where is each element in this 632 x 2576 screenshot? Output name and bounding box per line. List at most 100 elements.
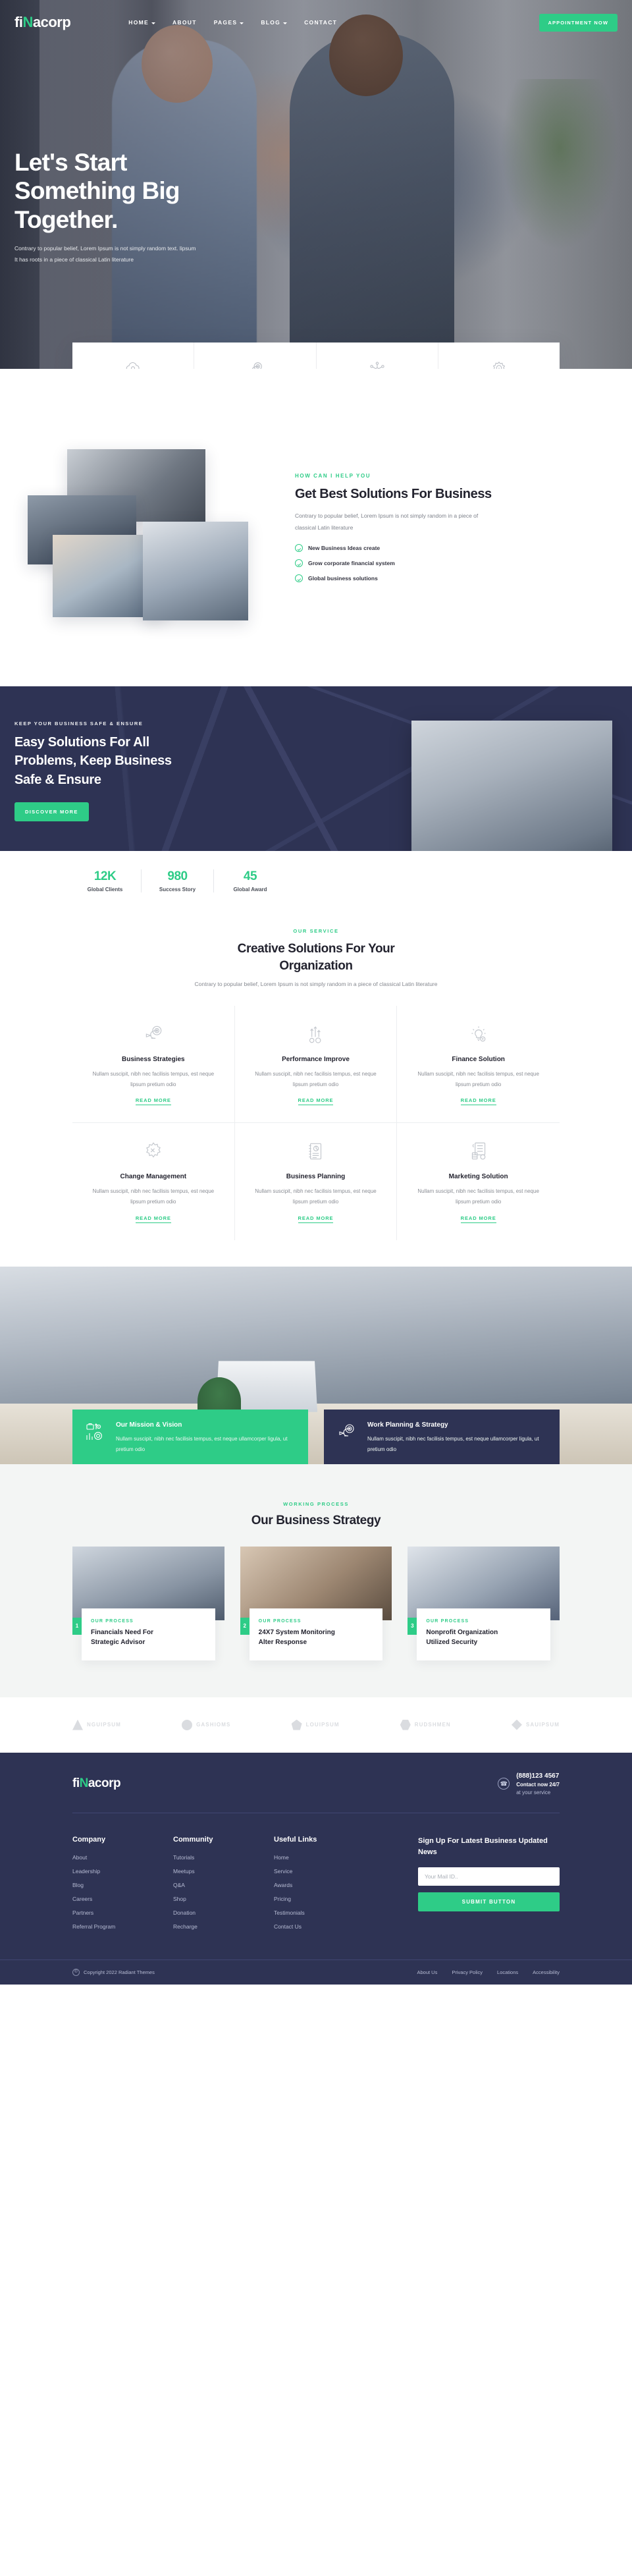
- process-cards: 1 OUR PROCESS Financials Need For Strate…: [72, 1546, 560, 1660]
- footer-link[interactable]: Awards: [274, 1882, 363, 1888]
- discover-more-button[interactable]: DISCOVER MORE: [14, 802, 89, 822]
- process-card-title-line-1: Nonprofit Organization: [426, 1628, 498, 1636]
- newsletter-submit-button[interactable]: SUBMIT BUTTON: [418, 1892, 560, 1911]
- footer-link[interactable]: Meetups: [173, 1868, 262, 1875]
- stat-global-clients: 12K Global Clients: [69, 869, 142, 892]
- footer-bottom-link-about-us[interactable]: About Us: [417, 1969, 438, 1975]
- footer-bottom-link-accessibility[interactable]: Accessibility: [533, 1969, 560, 1975]
- process-card-title-line-2: Utilized Security: [426, 1638, 478, 1646]
- stat-label: Global Award: [233, 887, 267, 892]
- appointment-now-button[interactable]: APPOINTMENT NOW: [539, 13, 618, 32]
- about-copy: HOW CAN I HELP YOU Get Best Solutions Fo…: [295, 449, 618, 647]
- service-card-marketing-solution[interactable]: Marketing Solution Nullam suscipit, nibh…: [397, 1123, 560, 1240]
- logo-accent-letter: N: [22, 14, 33, 30]
- footer-bottom-link-locations[interactable]: Locations: [497, 1969, 518, 1975]
- process-section: WORKING PROCESS Our Business Strategy 1 …: [0, 1464, 632, 1697]
- read-more-link[interactable]: READ MORE: [460, 1097, 496, 1106]
- nav-item-about[interactable]: ABOUT: [172, 19, 197, 26]
- footer-bottom-link-privacy-policy[interactable]: Privacy Policy: [452, 1969, 483, 1975]
- process-card-body: 1 OUR PROCESS Financials Need For Strate…: [72, 1608, 215, 1660]
- brand-mark-icon: [291, 1719, 302, 1730]
- process-card-2[interactable]: 2 OUR PROCESS 24X7 System Monitoring Alt…: [240, 1546, 392, 1660]
- read-more-link[interactable]: READ MORE: [298, 1097, 334, 1106]
- target-arrow-icon: [87, 1022, 220, 1047]
- footer-column-useful-links: Useful Links Home Service Awards Pricing…: [274, 1836, 363, 1937]
- footer-link[interactable]: Service: [274, 1868, 363, 1875]
- feature-card-strategy[interactable]: Strategy Innovative solution: [194, 343, 317, 369]
- stat-global-award: 45 Global Award: [214, 869, 286, 892]
- feature-cards-strip: Security Innovative solution Strategy In…: [72, 343, 560, 369]
- process-card-body: 3 OUR PROCESS Nonprofit Organization Uti…: [408, 1608, 551, 1660]
- notebook-chart-icon: [250, 1139, 382, 1164]
- nav-item-blog[interactable]: BLOG: [261, 19, 288, 26]
- feature-card-resourcing[interactable]: Resourcing Innovative solution: [317, 343, 438, 369]
- footer-logo[interactable]: fiNacorp: [72, 1776, 121, 1791]
- services-section: OUR SERVICE Creative Solutions For Your …: [0, 916, 632, 1267]
- brand-mark-icon: [511, 1719, 522, 1730]
- checklist-label: Grow corporate financial system: [308, 560, 395, 567]
- nav-label: HOME: [128, 19, 149, 26]
- nav-item-home[interactable]: HOME: [128, 19, 155, 26]
- nav-item-pages[interactable]: PAGES: [214, 19, 244, 26]
- copyright-icon: ©: [72, 1968, 80, 1976]
- banner-work-planning[interactable]: Work Planning & Strategy Nullam suscipit…: [324, 1410, 560, 1464]
- process-step-number: 1: [72, 1617, 82, 1635]
- process-step-number: 2: [240, 1617, 250, 1635]
- footer-link[interactable]: Pricing: [274, 1896, 363, 1902]
- footer-link[interactable]: Donation: [173, 1909, 262, 1916]
- layout-spacer: [0, 369, 632, 435]
- footer-link[interactable]: Careers: [72, 1896, 161, 1902]
- about-eyebrow: HOW CAN I HELP YOU: [295, 473, 371, 479]
- service-card-finance-solution[interactable]: Finance Solution Nullam suscipit, nibh n…: [397, 1006, 560, 1124]
- feature-card-security[interactable]: Security Innovative solution: [72, 343, 195, 369]
- footer-link[interactable]: Contact Us: [274, 1923, 363, 1930]
- newsletter-email-input[interactable]: [418, 1867, 560, 1886]
- service-card-performance-improve[interactable]: Performance Improve Nullam suscipit, nib…: [234, 1006, 398, 1124]
- services-eyebrow: OUR SERVICE: [293, 928, 339, 934]
- read-more-link[interactable]: READ MORE: [135, 1097, 171, 1106]
- services-title-line-2: Organization: [279, 958, 353, 973]
- footer-column-company: Company About Leadership Blog Careers Pa…: [72, 1836, 161, 1937]
- copyright: © Copyright 2022 Radiant Themes: [72, 1968, 155, 1976]
- banner-mission-vision[interactable]: Our Mission & Vision Nullam suscipit, ni…: [72, 1410, 308, 1464]
- nav-item-contact[interactable]: CONTACT: [304, 19, 337, 26]
- footer-link[interactable]: Q&A: [173, 1882, 262, 1888]
- brand-logo-3: LOUIPSUM: [291, 1719, 340, 1730]
- brand-mark-icon: [72, 1719, 83, 1730]
- site-footer: fiNacorp ☎ (888)123 4567 Contact now 24/…: [0, 1752, 632, 1985]
- service-desc: Nullam suscipit, nibh nec facilisis temp…: [417, 1188, 539, 1205]
- footer-contact[interactable]: ☎ (888)123 4567 Contact now 24/7 at your…: [498, 1772, 560, 1795]
- footer-link[interactable]: Tutorials: [173, 1854, 262, 1861]
- service-card-business-planning[interactable]: Business Planning Nullam suscipit, nibh …: [235, 1123, 398, 1240]
- footer-link[interactable]: Testimonials: [274, 1909, 363, 1916]
- process-card-3[interactable]: 3 OUR PROCESS Nonprofit Organization Uti…: [408, 1546, 560, 1660]
- service-title: Marketing Solution: [448, 1173, 508, 1181]
- cta-copy: KEEP YOUR BUSINESS SAFE & ENSURE Easy So…: [0, 686, 309, 848]
- process-card-1[interactable]: 1 OUR PROCESS Financials Need For Strate…: [72, 1546, 224, 1660]
- services-title: Creative Solutions For Your Organization: [0, 941, 632, 974]
- footer-link[interactable]: About: [72, 1854, 161, 1861]
- footer-link[interactable]: Blog: [72, 1882, 161, 1888]
- read-more-link[interactable]: READ MORE: [135, 1215, 171, 1223]
- footer-link[interactable]: Referral Program: [72, 1923, 161, 1930]
- service-card-business-strategies[interactable]: Business Strategies Nullam suscipit, nib…: [72, 1006, 235, 1124]
- footer-link[interactable]: Home: [274, 1854, 363, 1861]
- stat-value: 45: [243, 869, 257, 883]
- footer-link[interactable]: Recharge: [173, 1923, 262, 1930]
- read-more-link[interactable]: READ MORE: [460, 1215, 496, 1223]
- about-checklist: New Business Ideas create Grow corporate…: [295, 544, 618, 583]
- footer-link[interactable]: Leadership: [72, 1868, 161, 1875]
- footer-column-heading: Useful Links: [274, 1835, 317, 1844]
- primary-navigation: HOME ABOUT PAGES BLOG CONTACT: [128, 19, 337, 26]
- service-card-change-management[interactable]: Change Management Nullam suscipit, nibh …: [72, 1123, 235, 1240]
- site-logo[interactable]: fiNacorp: [14, 14, 71, 31]
- read-more-link[interactable]: READ MORE: [298, 1215, 334, 1223]
- checklist-label: Global business solutions: [308, 575, 378, 582]
- footer-link[interactable]: Shop: [173, 1896, 262, 1902]
- cta-title: Easy Solutions For All Problems, Keep Bu…: [14, 733, 295, 789]
- footer-link[interactable]: Partners: [72, 1909, 161, 1916]
- feature-card-service[interactable]: Service Innovative solution: [438, 343, 560, 369]
- service-desc: Nullam suscipit, nibh nec facilisis temp…: [92, 1188, 215, 1205]
- footer-phone-note-bold: Contact now 24/7: [516, 1781, 560, 1788]
- brand-mark-icon: [182, 1719, 193, 1730]
